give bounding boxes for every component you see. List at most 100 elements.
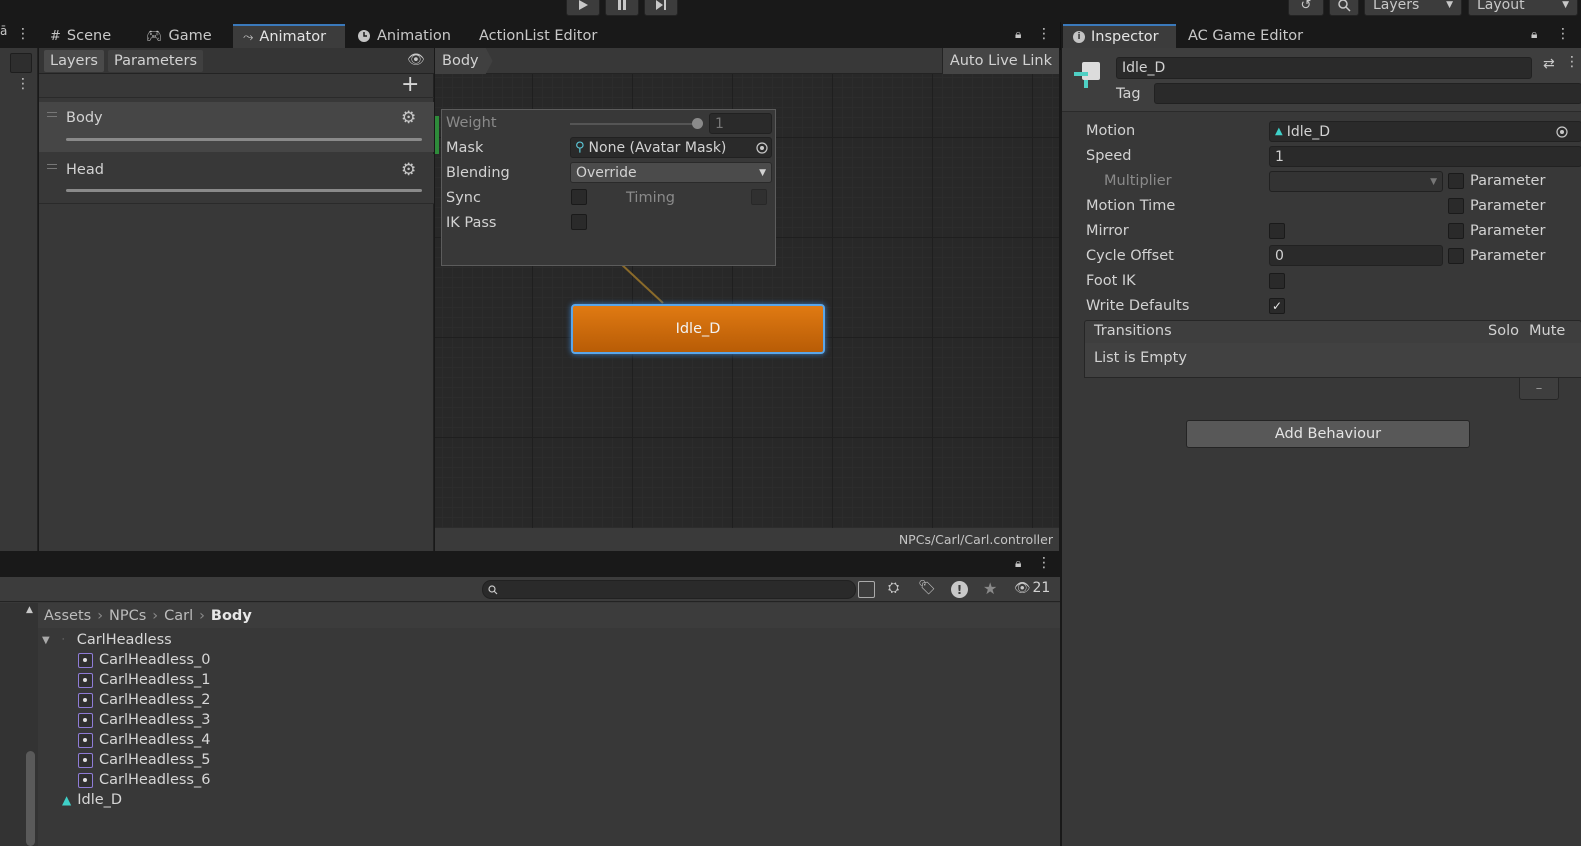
search-button[interactable]	[1329, 0, 1359, 16]
tab-actionlist-editor[interactable]: ActionList Editor	[469, 24, 607, 48]
layer-settings-popup: Weight 1 Mask ⚲ None (Avatar Mask) Blend…	[441, 109, 776, 266]
search-mode-icon[interactable]	[858, 581, 875, 598]
drag-handle-icon[interactable]	[47, 164, 57, 169]
remove-transition-button[interactable]: –	[1519, 378, 1559, 400]
warning-icon[interactable]: !	[951, 581, 968, 598]
minus-icon: –	[1535, 381, 1543, 396]
mask-field[interactable]: ⚲ None (Avatar Mask)	[570, 137, 772, 158]
list-item[interactable]: CarlHeadless_0	[40, 650, 1040, 670]
pause-button[interactable]	[605, 0, 639, 16]
kebab-menu-icon[interactable]: ⋮	[1037, 555, 1051, 571]
kebab-menu-icon[interactable]: ⋮	[16, 26, 30, 42]
object-picker-icon[interactable]	[1551, 121, 1572, 142]
list-item[interactable]: CarlHeadless_5	[40, 750, 1040, 770]
gear-icon[interactable]: ⚙	[401, 108, 416, 128]
foot-ik-checkbox[interactable]	[1269, 273, 1285, 289]
tab-parameters[interactable]: Parameters	[108, 50, 203, 72]
tab-animation-label: Animation	[377, 28, 451, 44]
lock-icon[interactable]: 🔒︎	[1531, 27, 1537, 42]
speed-field[interactable]: 1	[1269, 146, 1581, 167]
animation-clip-icon: ▲	[1275, 126, 1283, 137]
hidden-packages-toggle[interactable]: 👁︎ 21	[1014, 580, 1050, 596]
play-button[interactable]	[566, 0, 600, 16]
tab-game[interactable]: 🎮︎ Game	[136, 24, 222, 48]
timing-checkbox[interactable]	[751, 189, 767, 205]
preset-icon[interactable]: ⇄	[1543, 56, 1555, 72]
add-behaviour-button[interactable]: Add Behaviour	[1186, 420, 1470, 448]
list-item[interactable]: CarlHeadless_1	[40, 670, 1040, 690]
maximize-icon[interactable]	[10, 53, 32, 73]
lock-icon[interactable]: 🔒︎	[1015, 27, 1021, 42]
scrollbar-thumb[interactable]	[26, 751, 35, 846]
history-icon: ↺	[1300, 0, 1312, 13]
list-item[interactable]: CarlHeadless_6	[40, 770, 1040, 790]
eye-icon[interactable]: 👁︎	[407, 52, 425, 68]
list-item[interactable]: CarlHeadless_4	[40, 730, 1040, 750]
tab-layers[interactable]: Layers	[44, 50, 104, 72]
multiplier-dropdown[interactable]: ▼	[1269, 171, 1443, 192]
list-item[interactable]: ▲ Idle_D	[40, 790, 1040, 810]
add-layer-button[interactable]: +	[401, 74, 419, 96]
history-button[interactable]: ↺	[1288, 0, 1324, 16]
mask-label: Mask	[446, 140, 484, 156]
multiplier-parameter-checkbox[interactable]	[1448, 173, 1464, 189]
chevron-right-icon: ›	[97, 607, 104, 624]
kebab-menu-icon[interactable]: ⋮	[16, 76, 30, 92]
kebab-menu-icon[interactable]: ⋮	[1556, 26, 1570, 42]
chevron-down-icon[interactable]: ▼	[42, 635, 50, 646]
state-node-idle-d[interactable]: Idle_D	[571, 304, 825, 354]
gear-icon[interactable]: ⚙	[401, 160, 416, 180]
tab-inspector[interactable]: i Inspector	[1063, 24, 1176, 48]
filter-by-type-icon[interactable]: ⛭	[888, 580, 899, 596]
label-tag-icon[interactable]: 🏷︎	[918, 580, 936, 596]
parameter-label: Parameter	[1470, 173, 1546, 189]
tab-scene[interactable]: # Scene	[40, 24, 121, 48]
cycle-offset-field[interactable]: 0	[1269, 245, 1443, 266]
ik-pass-checkbox[interactable]	[571, 214, 587, 230]
cycle-offset-parameter-checkbox[interactable]	[1448, 248, 1464, 264]
step-button[interactable]	[644, 0, 678, 16]
motion-field[interactable]: ▲ Idle_D	[1269, 121, 1581, 142]
object-picker-icon[interactable]	[751, 137, 772, 158]
animator-graph[interactable]: Body Auto Live Link Idle_D Weight 1 Mask…	[435, 48, 1059, 551]
star-icon[interactable]: ★	[983, 579, 997, 598]
write-defaults-checkbox[interactable]: ✓	[1269, 298, 1285, 314]
parameter-label: Parameter	[1470, 198, 1546, 214]
tab-animator[interactable]: ⤳ Animator	[233, 24, 345, 48]
tab-animation[interactable]: Animation	[347, 24, 461, 48]
layers-dropdown[interactable]: Layers ▼	[1364, 0, 1462, 16]
motion-time-parameter-checkbox[interactable]	[1448, 198, 1464, 214]
kebab-menu-icon[interactable]: ⋮	[1565, 54, 1579, 70]
checkmark-icon: ✓	[1271, 299, 1283, 313]
animator-icon: ⤳	[243, 29, 254, 45]
speed-value: 1	[1275, 148, 1284, 165]
project-search-input[interactable]	[482, 580, 856, 599]
kebab-menu-icon[interactable]: ⋮	[1037, 26, 1051, 42]
mirror-checkbox[interactable]	[1269, 223, 1285, 239]
state-name-field[interactable]: Idle_D	[1116, 57, 1532, 79]
sync-checkbox[interactable]	[571, 189, 587, 205]
breadcrumb-body[interactable]: Body	[211, 608, 252, 624]
mirror-parameter-checkbox[interactable]	[1448, 223, 1464, 239]
breadcrumb-carl[interactable]: Carl	[164, 608, 193, 624]
tag-field[interactable]	[1154, 83, 1581, 104]
layer-item-head[interactable]: Head ⚙	[39, 154, 434, 204]
sprite-icon	[78, 692, 93, 708]
breadcrumb-assets[interactable]: Assets	[44, 608, 91, 624]
drag-handle-icon[interactable]	[47, 112, 57, 117]
layout-dropdown[interactable]: Layout ▼	[1468, 0, 1578, 16]
tab-ac-game-editor[interactable]: AC Game Editor	[1178, 24, 1313, 48]
breadcrumb-npcs[interactable]: NPCs	[109, 608, 146, 624]
asset-name: CarlHeadless_1	[99, 672, 211, 688]
list-item[interactable]: CarlHeadless_2	[40, 690, 1040, 710]
blending-dropdown[interactable]: Override ▼	[570, 162, 772, 183]
layer-item-body[interactable]: Body ⚙	[39, 102, 434, 152]
lock-icon[interactable]: 🔒︎	[1015, 556, 1021, 571]
weight-slider-thumb[interactable]	[692, 118, 703, 129]
collapsed-panel-lock-icon[interactable]: ā	[0, 24, 10, 48]
list-item[interactable]: CarlHeadless_3	[40, 710, 1040, 730]
weight-field[interactable]: 1	[709, 113, 772, 134]
tab-layers-label: Layers	[50, 53, 98, 69]
scroll-up-icon[interactable]: ▲	[26, 605, 33, 615]
list-item[interactable]: ▼ · CarlHeadless	[40, 630, 1040, 650]
